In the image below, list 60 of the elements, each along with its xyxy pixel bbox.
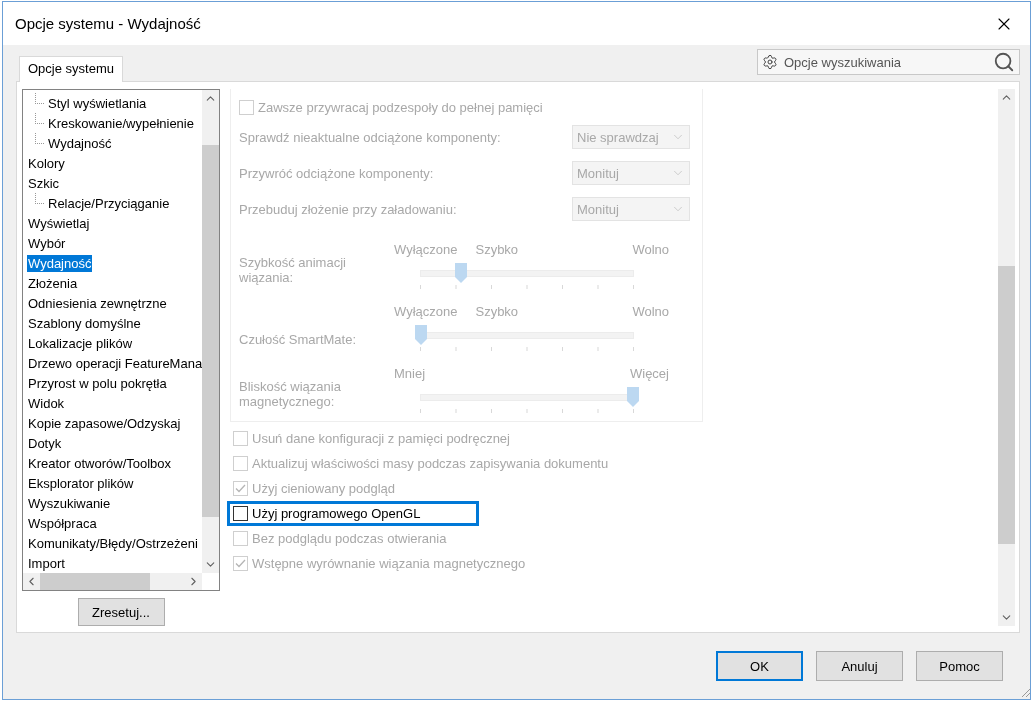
- tree-item[interactable]: Szkic: [27, 174, 61, 192]
- slider-label: Czułość SmartMate:: [239, 332, 358, 349]
- checkbox[interactable]: [233, 506, 248, 521]
- horizontal-scrollbar[interactable]: [23, 573, 202, 590]
- tree-item[interactable]: Kreskowanie/wypełnienie: [47, 114, 195, 132]
- option-label: Przebuduj złożenie przy załadowaniu:: [239, 201, 457, 217]
- tree-item[interactable]: Drzewo operacji FeatureMana: [27, 354, 202, 372]
- tab[interactable]: Opcje systemu: [19, 56, 123, 82]
- reset-button[interactable]: Zresetuj...: [77, 598, 165, 626]
- tree-item[interactable]: Komunikaty/Błędy/Ostrzeżeni: [27, 534, 199, 552]
- window-title: Opcje systemu - Wydajność: [15, 15, 201, 32]
- option-label: Użyj programowego OpenGL: [252, 506, 421, 521]
- dialog-button[interactable]: OK: [716, 651, 803, 681]
- tree-item[interactable]: Wydajność: [47, 134, 113, 152]
- tree-item[interactable]: Kreator otworów/Toolbox: [27, 454, 173, 472]
- scrollbar[interactable]: [998, 89, 1015, 626]
- gear-icon[interactable]: [762, 54, 778, 70]
- tree-item[interactable]: Złożenia: [27, 274, 79, 292]
- scale-label: Wolno: [632, 304, 669, 321]
- resize-grip-icon[interactable]: [1019, 686, 1031, 698]
- scale-label: Mniej: [394, 366, 426, 383]
- scrollbar[interactable]: [202, 90, 219, 573]
- tree-item[interactable]: Kolory: [27, 154, 66, 172]
- search-input[interactable]: Opcje wyszukiwania: [782, 53, 989, 71]
- tree-item[interactable]: Szablony domyślne: [27, 314, 142, 332]
- search-box[interactable]: Opcje wyszukiwania: [757, 49, 1020, 75]
- tree-item[interactable]: Relacje/Przyciąganie: [47, 194, 171, 212]
- option-label: Aktualizuj właściwości masy podczas zapisywania dokumentu: [252, 456, 609, 471]
- scale-label: Szybko: [475, 304, 519, 321]
- option-label: Usuń dane konfiguracji z pamięci podręcznej: [252, 431, 510, 446]
- option-label: Wstępne wyrównanie wiązania magnetycznego: [252, 556, 526, 571]
- tree-item[interactable]: Wyszukiwanie: [27, 494, 112, 512]
- tree-item[interactable]: Eksplorator plików: [27, 474, 135, 492]
- scale-label: Wyłączone: [394, 242, 458, 259]
- dialog-button[interactable]: Anuluj: [816, 651, 903, 681]
- tree-item[interactable]: Przyrost w polu pokrętła: [27, 374, 168, 392]
- option-label: Zawsze przywracaj podzespoły do pełnej pamięci: [258, 99, 543, 115]
- tree-item[interactable]: Wyświetlaj: [27, 214, 91, 232]
- tree-item[interactable]: Kopie zapasowe/Odzyskaj: [27, 414, 182, 432]
- search-icon[interactable]: [993, 51, 1015, 73]
- tree-item[interactable]: Import: [27, 554, 66, 572]
- option-label: Sprawdź nieaktualne odciążone komponenty:: [239, 129, 501, 145]
- slider-label: Bliskość wiązania magnetycznego:: [239, 379, 342, 411]
- option-label: Bez podglądu podczas otwierania: [252, 531, 447, 546]
- option-label: Użyj cieniowany podgląd: [252, 481, 396, 496]
- tree-item[interactable]: Lokalizacje plików: [27, 334, 134, 352]
- tree-item[interactable]: Współpraca: [27, 514, 98, 532]
- dialog-button[interactable]: Pomoc: [916, 651, 1003, 681]
- slider-label: Szybkość animacji wiązania:: [239, 255, 347, 287]
- tree-item[interactable]: Widok: [27, 394, 66, 412]
- tree-item[interactable]: Wybór: [27, 234, 67, 252]
- tree-item[interactable]: Dotyk: [27, 434, 63, 452]
- tree-item[interactable]: Styl wyświetlania: [47, 94, 148, 112]
- scale-label: Wolno: [632, 242, 669, 259]
- scale-label: Wyłączone: [394, 304, 458, 321]
- tree-item[interactable]: Odniesienia zewnętrzne: [27, 294, 168, 312]
- scale-label: Szybko: [475, 242, 519, 259]
- option-label: Przywróć odciążone komponenty:: [239, 165, 434, 181]
- scale-label: Więcej: [630, 366, 669, 383]
- tree-item[interactable]: Wydajność: [27, 254, 93, 272]
